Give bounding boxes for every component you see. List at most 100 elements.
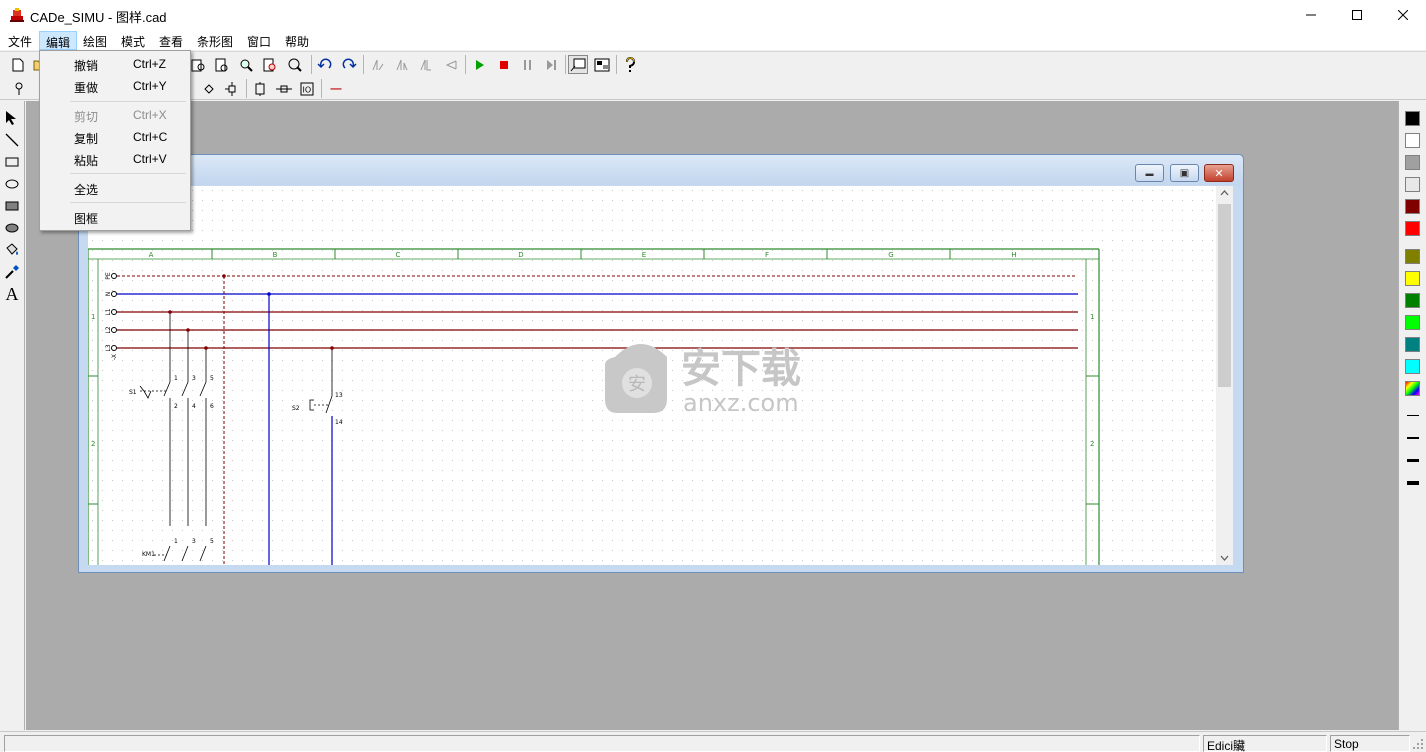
column-label: F	[765, 251, 769, 259]
line-icon[interactable]	[3, 131, 21, 149]
line-width-3[interactable]	[1407, 459, 1419, 462]
color-swatch-cyan[interactable]	[1405, 359, 1420, 374]
status-sim-state: Stop	[1330, 735, 1410, 752]
diamond-icon[interactable]	[199, 79, 219, 98]
red-line-icon[interactable]: —	[326, 79, 346, 98]
child-minimize-button[interactable]: ▬	[1135, 164, 1164, 182]
bus-label-l2: L2	[105, 326, 112, 333]
print-preview-icon[interactable]	[188, 55, 208, 74]
undo-icon[interactable]	[315, 55, 335, 74]
main-toolbar	[0, 51, 1426, 76]
label-icon[interactable]	[250, 79, 270, 98]
watermark-main-text: 安下载	[681, 346, 801, 392]
color-swatch-multicolor[interactable]	[1405, 381, 1420, 396]
toolbar-separator	[311, 55, 312, 74]
vertical-scrollbar[interactable]	[1216, 186, 1233, 565]
window-title: CADe_SIMU - 图样.cad	[30, 10, 167, 25]
terminal-icon[interactable]	[222, 79, 242, 98]
menu-view[interactable]: 查看	[153, 31, 189, 50]
redo-icon[interactable]	[339, 55, 359, 74]
menu-item-redo[interactable]: 重做 Ctrl+Y	[42, 75, 188, 97]
ellipse-icon[interactable]	[3, 175, 21, 193]
color-swatch-light-gray[interactable]	[1405, 177, 1420, 192]
watermark-graphic: 安 安下载 anxz.com	[605, 344, 801, 417]
rectangle-icon[interactable]	[3, 153, 21, 171]
step-icon[interactable]	[542, 55, 562, 74]
zoom-icon[interactable]	[236, 55, 256, 74]
arrow-select-icon[interactable]	[3, 109, 21, 127]
menu-item-copy[interactable]: 复制 Ctrl+C	[42, 126, 188, 148]
junction-dot	[204, 346, 208, 350]
line-width-4[interactable]	[1407, 481, 1419, 485]
rotate-icon[interactable]	[441, 55, 461, 74]
scrollbar-thumb[interactable]	[1218, 204, 1231, 387]
io-icon[interactable]: IO	[297, 79, 317, 98]
color-swatch-green[interactable]	[1405, 293, 1420, 308]
edit-dropdown-menu: 撤销 Ctrl+Z 重做 Ctrl+Y 剪切 Ctrl+X 复制 Ctrl+C …	[39, 50, 191, 231]
menu-item-paste[interactable]: 粘贴 Ctrl+V	[42, 148, 188, 170]
filled-rectangle-icon[interactable]	[3, 197, 21, 215]
menu-help[interactable]: 帮助	[279, 31, 315, 50]
km1-pin-label: 1	[174, 538, 178, 545]
color-swatch-teal[interactable]	[1405, 337, 1420, 352]
dropper-icon[interactable]	[3, 263, 21, 281]
find-icon[interactable]	[260, 55, 280, 74]
minimize-icon	[1306, 14, 1316, 16]
menu-item-frame[interactable]: 图框	[42, 206, 188, 228]
menu-file[interactable]: 文件	[2, 31, 38, 50]
color-swatch-lime[interactable]	[1405, 315, 1420, 330]
flip-icon[interactable]	[416, 55, 436, 74]
document-title-bar[interactable]	[79, 155, 1243, 185]
scroll-up-icon[interactable]	[1220, 190, 1229, 196]
menu-item-undo[interactable]: 撤销 Ctrl+Z	[42, 53, 188, 75]
color-swatch-black[interactable]	[1405, 111, 1420, 126]
s1-pin-label: 1	[174, 375, 178, 382]
view-window-icon[interactable]	[568, 55, 588, 74]
color-swatch-olive[interactable]	[1405, 249, 1420, 264]
menu-draw[interactable]: 绘图	[77, 31, 113, 50]
pause-icon[interactable]	[518, 55, 538, 74]
close-button[interactable]	[1380, 0, 1426, 30]
print-icon[interactable]	[212, 55, 232, 74]
color-swatch-red[interactable]	[1405, 221, 1420, 236]
filled-ellipse-icon[interactable]	[3, 219, 21, 237]
menu-ladder[interactable]: 条形图	[191, 31, 239, 50]
resize-grip-icon[interactable]	[1412, 738, 1424, 750]
color-swatch-yellow[interactable]	[1405, 271, 1420, 286]
symbol-icon[interactable]	[285, 55, 305, 74]
align-icon[interactable]	[368, 55, 388, 74]
pin-icon[interactable]	[9, 79, 29, 98]
scroll-down-icon[interactable]	[1220, 555, 1229, 561]
fill-bucket-icon[interactable]	[3, 241, 21, 259]
color-swatch-white[interactable]	[1405, 133, 1420, 148]
menu-separator	[70, 101, 186, 102]
toolbar-separator	[246, 79, 247, 98]
help-icon[interactable]	[620, 55, 640, 74]
junction-dot	[222, 274, 226, 278]
s1-pin-label: 4	[192, 403, 196, 410]
maximize-button[interactable]	[1334, 0, 1380, 30]
close-icon: ✕	[1214, 167, 1224, 180]
child-close-button[interactable]: ✕	[1204, 164, 1234, 182]
line-width-2[interactable]	[1407, 437, 1419, 439]
text-icon[interactable]: A	[3, 284, 21, 304]
child-restore-button[interactable]: ▣	[1170, 164, 1199, 182]
new-file-icon[interactable]	[8, 55, 28, 74]
row-label: 2	[1090, 440, 1094, 448]
menu-item-select-all[interactable]: 全选	[42, 177, 188, 199]
minimize-button[interactable]	[1288, 0, 1334, 30]
color-swatch-maroon[interactable]	[1405, 199, 1420, 214]
menu-item-label: 撤销	[74, 59, 99, 73]
menu-edit[interactable]: 编辑	[39, 31, 78, 50]
stop-icon[interactable]	[494, 55, 514, 74]
menu-item-label: 剪切	[74, 110, 99, 124]
view-layout-icon[interactable]	[592, 55, 612, 74]
play-icon[interactable]	[470, 55, 490, 74]
line-width-1[interactable]	[1407, 415, 1419, 416]
connector-icon[interactable]	[274, 79, 294, 98]
color-swatch-gray[interactable]	[1405, 155, 1420, 170]
menu-mode[interactable]: 模式	[115, 31, 151, 50]
menu-window[interactable]: 窗口	[241, 31, 277, 50]
km1-pin-label: 3	[192, 538, 196, 545]
mirror-icon[interactable]	[392, 55, 412, 74]
